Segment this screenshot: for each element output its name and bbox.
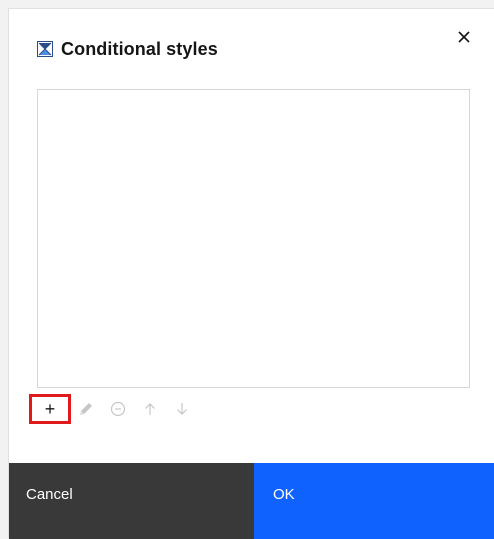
add-icon: + — [44, 399, 56, 419]
dialog-footer: Cancel OK — [9, 463, 494, 539]
dialog-header: Conditional styles — [37, 37, 218, 61]
conditional-styles-list[interactable] — [37, 89, 470, 388]
close-button[interactable] — [452, 25, 476, 49]
move-up-button[interactable] — [137, 396, 163, 422]
move-up-icon — [145, 403, 155, 415]
remove-button[interactable] — [105, 396, 131, 422]
close-icon — [458, 31, 470, 43]
move-down-icon — [177, 403, 187, 415]
dialog-title: Conditional styles — [61, 38, 218, 59]
remove-icon — [110, 401, 126, 417]
edit-icon — [80, 403, 92, 415]
conditional-styles-icon — [37, 41, 53, 57]
list-toolbar: + — [29, 392, 201, 426]
add-button[interactable]: + — [29, 394, 71, 424]
edit-button[interactable] — [73, 396, 99, 422]
ok-button[interactable]: OK — [254, 463, 494, 539]
move-down-button[interactable] — [169, 396, 195, 422]
conditional-styles-dialog: Conditional styles + Cancel OK — [8, 8, 494, 539]
cancel-button[interactable]: Cancel — [9, 463, 254, 539]
